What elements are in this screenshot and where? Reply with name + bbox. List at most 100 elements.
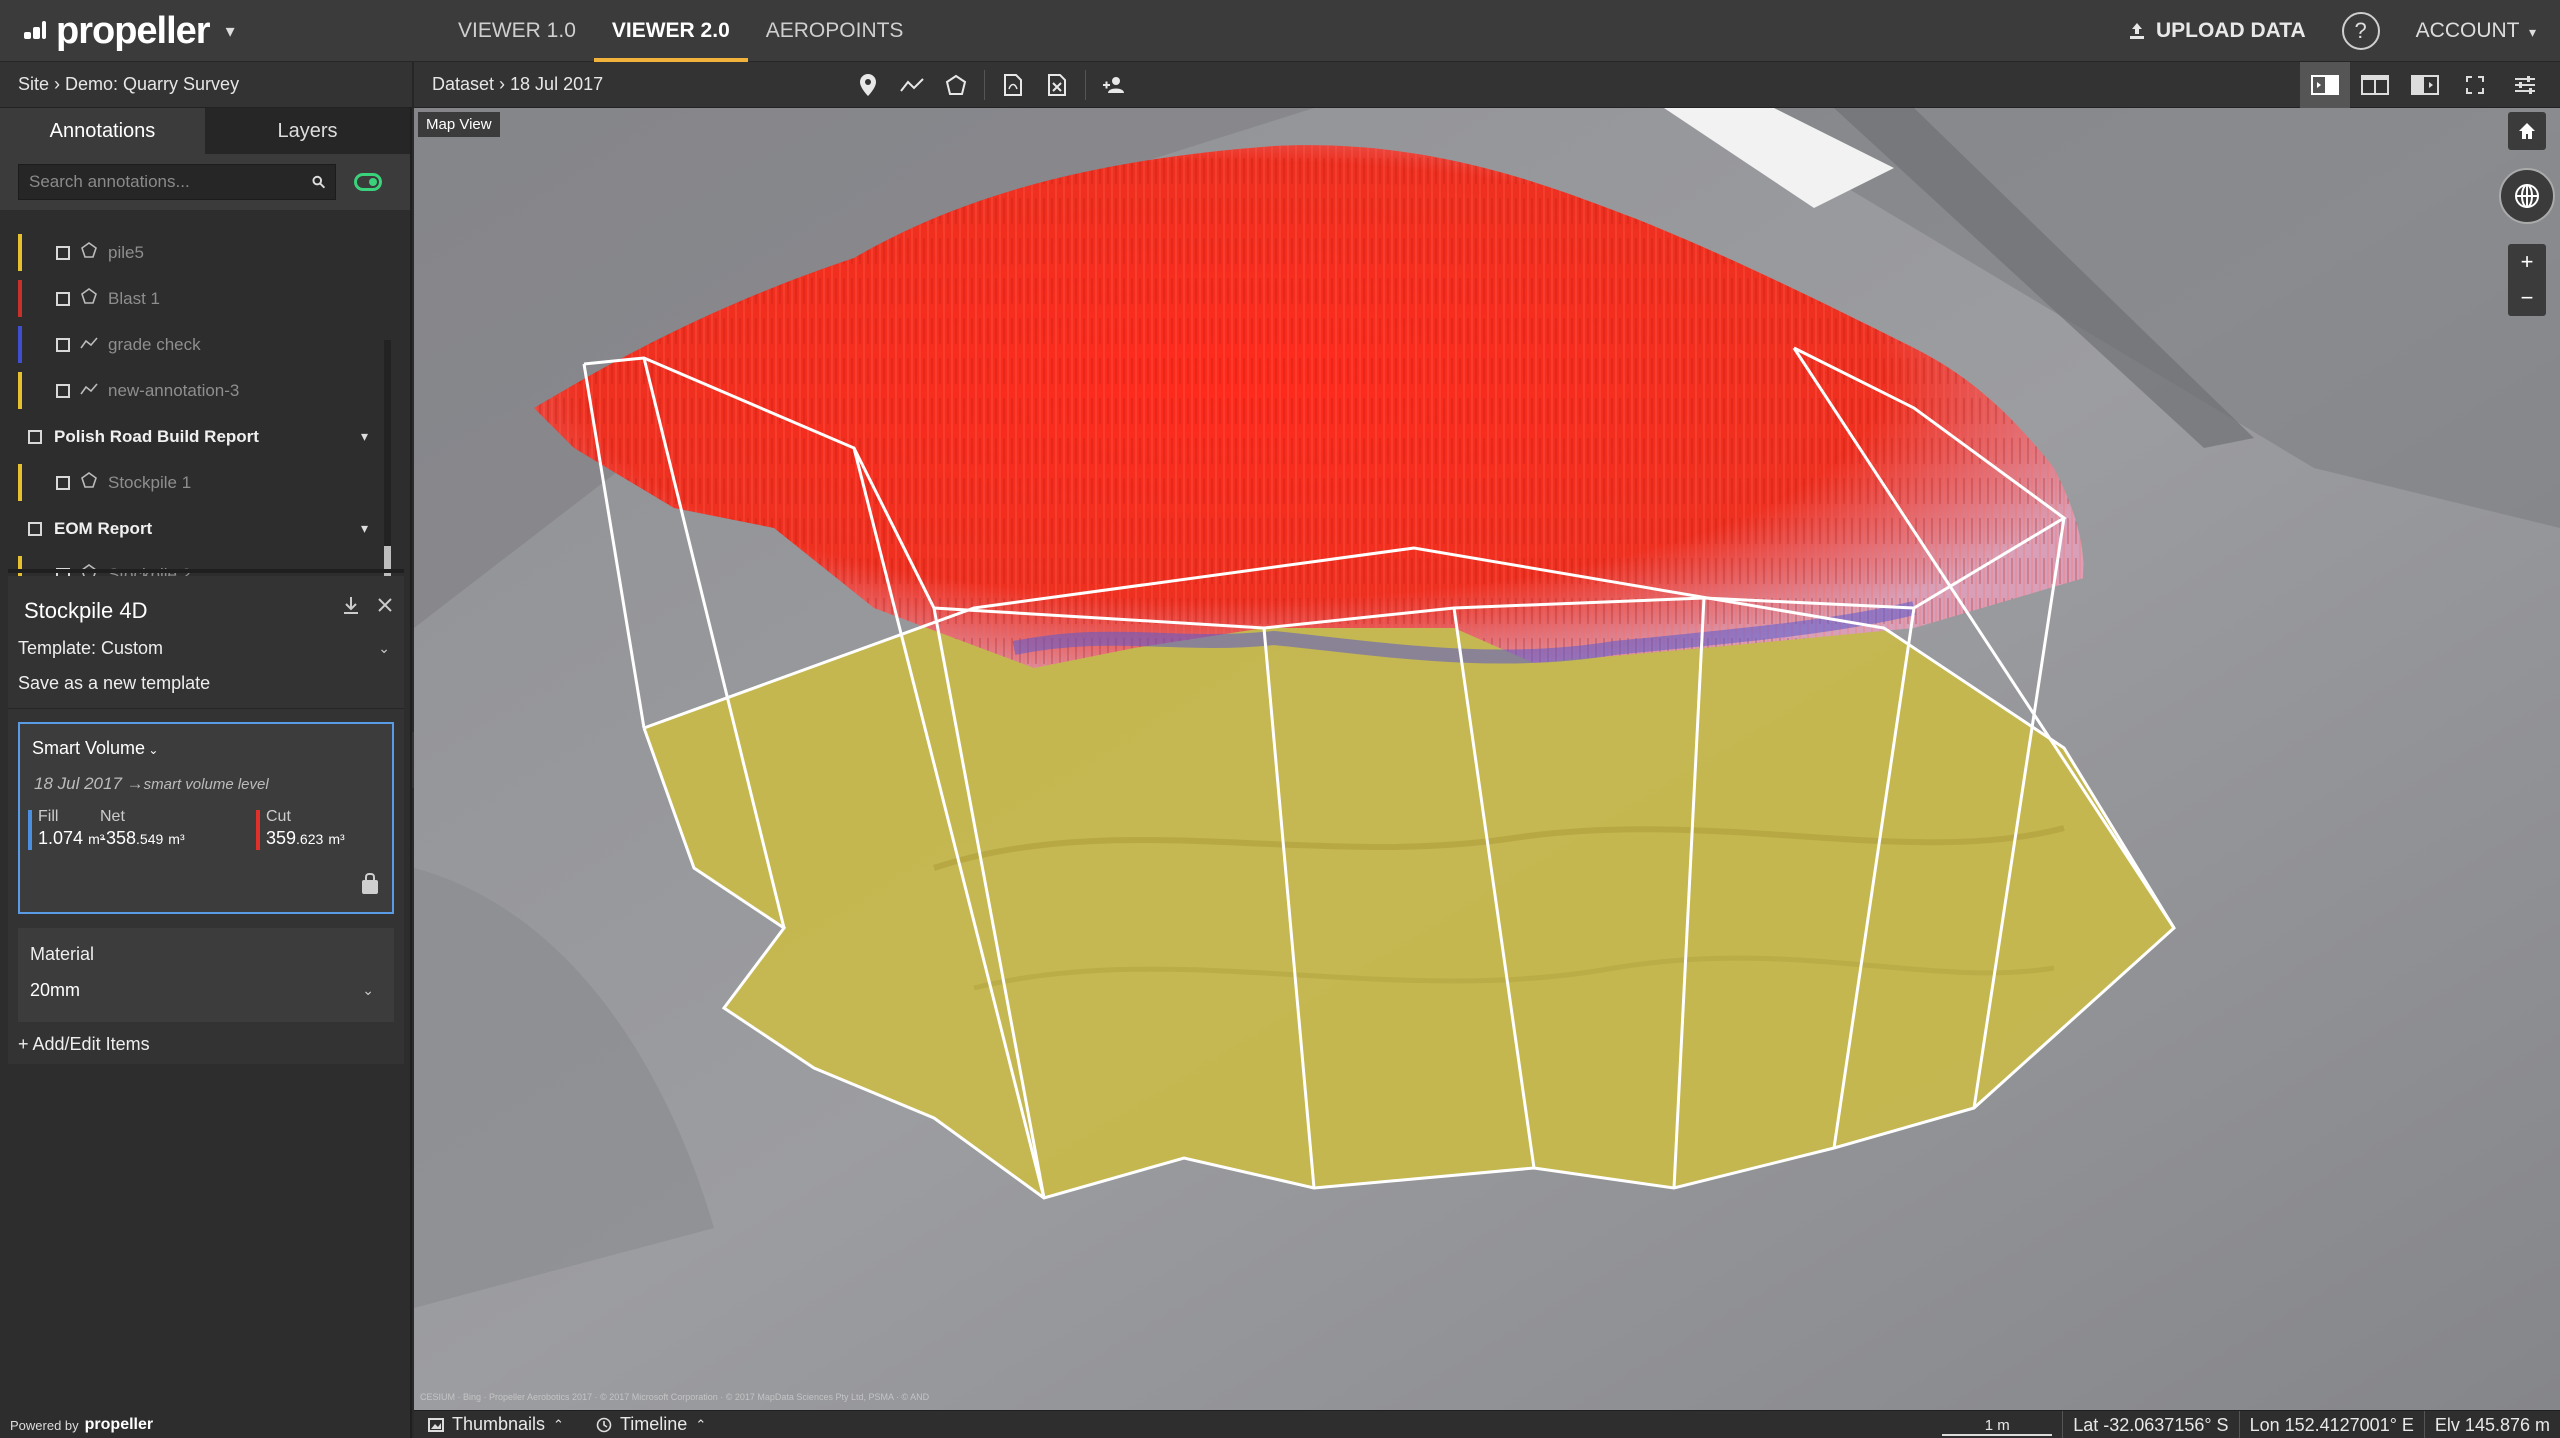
map-attribution[interactable]: CESIUM · Bing · Propeller Aerobotics 201… — [420, 1392, 929, 1402]
search-icon[interactable] — [312, 175, 325, 189]
chevron-down-icon[interactable]: ▾ — [361, 428, 368, 445]
brand-logo[interactable]: propeller ▾ — [24, 10, 235, 53]
latitude-readout: Lat -32.0637156° S — [2062, 1411, 2238, 1438]
annotation-checkbox[interactable] — [56, 475, 70, 490]
layout-sidebar-icon[interactable] — [2300, 62, 2350, 108]
net-unit: m³ — [168, 831, 185, 847]
chevron-down-icon: ▾ — [2528, 24, 2536, 40]
zoom-controls: + − — [2508, 244, 2546, 316]
excel-icon[interactable] — [1035, 62, 1079, 108]
clock-icon — [596, 1417, 612, 1432]
chevron-down-icon[interactable]: ▾ — [361, 520, 368, 537]
marker-icon[interactable] — [846, 62, 890, 108]
annotation-item[interactable]: grade check — [0, 326, 390, 363]
home-icon[interactable] — [2508, 112, 2546, 150]
save-template-link[interactable]: Save as a new template — [18, 673, 210, 694]
timeline-toggle[interactable]: Timeline ⌃ — [596, 1414, 706, 1435]
fill-number: 1.074 — [38, 828, 84, 848]
annotation-group[interactable]: EOM Report ▾ — [0, 510, 390, 547]
pdf-icon[interactable] — [991, 62, 1035, 108]
chevron-down-icon[interactable]: ⌄ — [378, 640, 390, 657]
3d-scene[interactable] — [414, 108, 2560, 1410]
download-icon[interactable] — [342, 596, 360, 616]
chevron-down-icon: ⌄ — [145, 743, 159, 757]
scale-bar: 1 m — [1942, 1414, 2053, 1436]
search-row — [0, 154, 410, 210]
annotation-checkbox[interactable] — [56, 291, 70, 306]
map-viewport[interactable] — [414, 108, 2560, 1410]
sidebar-tabs: Annotations Layers — [0, 108, 410, 154]
top-navbar: propeller ▾ VIEWER 1.0 VIEWER 2.0 AEROPO… — [0, 0, 2560, 62]
template-select[interactable]: Template: Custom — [18, 638, 163, 659]
annotation-checkbox[interactable] — [28, 429, 42, 444]
bottom-status-bar: Thumbnails ⌃ Timeline ⌃ 1 m Lat -32.0637… — [414, 1410, 2560, 1438]
smart-volume-card[interactable]: Smart Volume ⌄ 18 Jul 2017 →smart volume… — [18, 722, 394, 914]
annotation-checkbox[interactable] — [56, 383, 70, 398]
annotation-checkbox[interactable] — [28, 521, 42, 536]
zoom-in-icon[interactable]: + — [2508, 244, 2546, 280]
dataset-breadcrumb[interactable]: Dataset › 18 Jul 2017 — [432, 74, 603, 95]
annotation-item[interactable]: new-annotation-3 — [0, 372, 390, 409]
material-select[interactable]: 20mm — [30, 980, 80, 1001]
zoom-out-icon[interactable]: − — [2508, 280, 2546, 316]
arrow-right-icon: → — [126, 774, 144, 793]
annotation-label: Blast 1 — [108, 288, 160, 308]
add-user-icon[interactable] — [1092, 62, 1136, 108]
map-view-label[interactable]: Map View — [418, 112, 500, 137]
cut-number: 359 — [266, 828, 297, 848]
annotation-color-bar — [18, 464, 22, 501]
bottom-toggles: Thumbnails ⌃ Timeline ⌃ — [428, 1414, 706, 1435]
material-label: Material — [30, 944, 95, 964]
add-edit-items-link[interactable]: + Add/Edit Items — [18, 1034, 150, 1055]
account-menu[interactable]: ACCOUNT ▾ — [2416, 19, 2536, 43]
upload-data-label: UPLOAD DATA — [2155, 19, 2306, 42]
panel-actions — [342, 596, 394, 616]
visibility-toggle[interactable] — [354, 173, 382, 191]
tab-layers[interactable]: Layers — [205, 108, 410, 154]
site-breadcrumb[interactable]: Site › Demo: Quarry Survey — [18, 74, 239, 95]
annotation-checkbox[interactable] — [56, 337, 70, 352]
net-number: -358 — [100, 828, 137, 848]
annotation-item[interactable]: Blast 1 — [0, 280, 390, 317]
powered-by-label: Powered by — [10, 1417, 79, 1433]
upload-data-button[interactable]: UPLOAD DATA — [2128, 19, 2306, 43]
layout-split-icon[interactable] — [2350, 62, 2400, 108]
map-nav-controls: + − — [2499, 112, 2555, 316]
breadcrumb-bar: Site › Demo: Quarry Survey Dataset › 18 … — [0, 62, 2560, 108]
fullscreen-icon[interactable] — [2450, 62, 2500, 108]
material-card: Material 20mm ⌄ — [18, 928, 394, 1022]
brand-name: propeller — [56, 10, 211, 52]
lock-icon[interactable] — [362, 873, 378, 894]
nav-right: UPLOAD DATA ? ACCOUNT ▾ — [2128, 0, 2536, 62]
layout-compare-icon[interactable] — [2400, 62, 2450, 108]
search-box — [18, 164, 336, 200]
line-icon[interactable] — [890, 62, 934, 108]
annotation-checkbox[interactable] — [56, 245, 70, 260]
thumbnails-toggle[interactable]: Thumbnails ⌃ — [428, 1414, 564, 1435]
propeller-logo-icon — [24, 20, 46, 43]
annotation-color-bar — [18, 280, 22, 317]
polygon-icon[interactable] — [934, 62, 978, 108]
annotation-label: Polish Road Build Report — [54, 426, 259, 446]
tab-viewer-2[interactable]: VIEWER 2.0 — [593, 0, 748, 62]
net-decimals: .549 — [136, 831, 164, 847]
annotation-group[interactable]: Polish Road Build Report ▾ — [0, 418, 390, 455]
close-icon[interactable] — [376, 596, 394, 614]
help-icon[interactable]: ? — [2341, 12, 2380, 50]
timeline-label: Timeline — [619, 1414, 688, 1434]
tab-annotations[interactable]: Annotations — [0, 108, 205, 154]
tab-aeropoints[interactable]: AEROPOINTS — [748, 0, 922, 62]
search-input[interactable] — [29, 172, 312, 192]
compass-icon[interactable] — [2499, 168, 2555, 224]
divider — [8, 569, 404, 573]
annotation-item[interactable]: pile5 — [0, 234, 390, 271]
chevron-down-icon[interactable]: ⌄ — [362, 982, 374, 999]
image-icon — [428, 1417, 444, 1432]
settings-sliders-icon[interactable] — [2500, 62, 2550, 108]
cut-unit: m³ — [328, 831, 345, 847]
tab-viewer-1[interactable]: VIEWER 1.0 — [440, 0, 594, 62]
chevron-down-icon[interactable]: ▾ — [226, 21, 235, 42]
cut-color-bar — [256, 810, 260, 850]
annotation-item[interactable]: Stockpile 1 — [0, 464, 390, 501]
smart-volume-title[interactable]: Smart Volume ⌄ — [32, 738, 158, 759]
